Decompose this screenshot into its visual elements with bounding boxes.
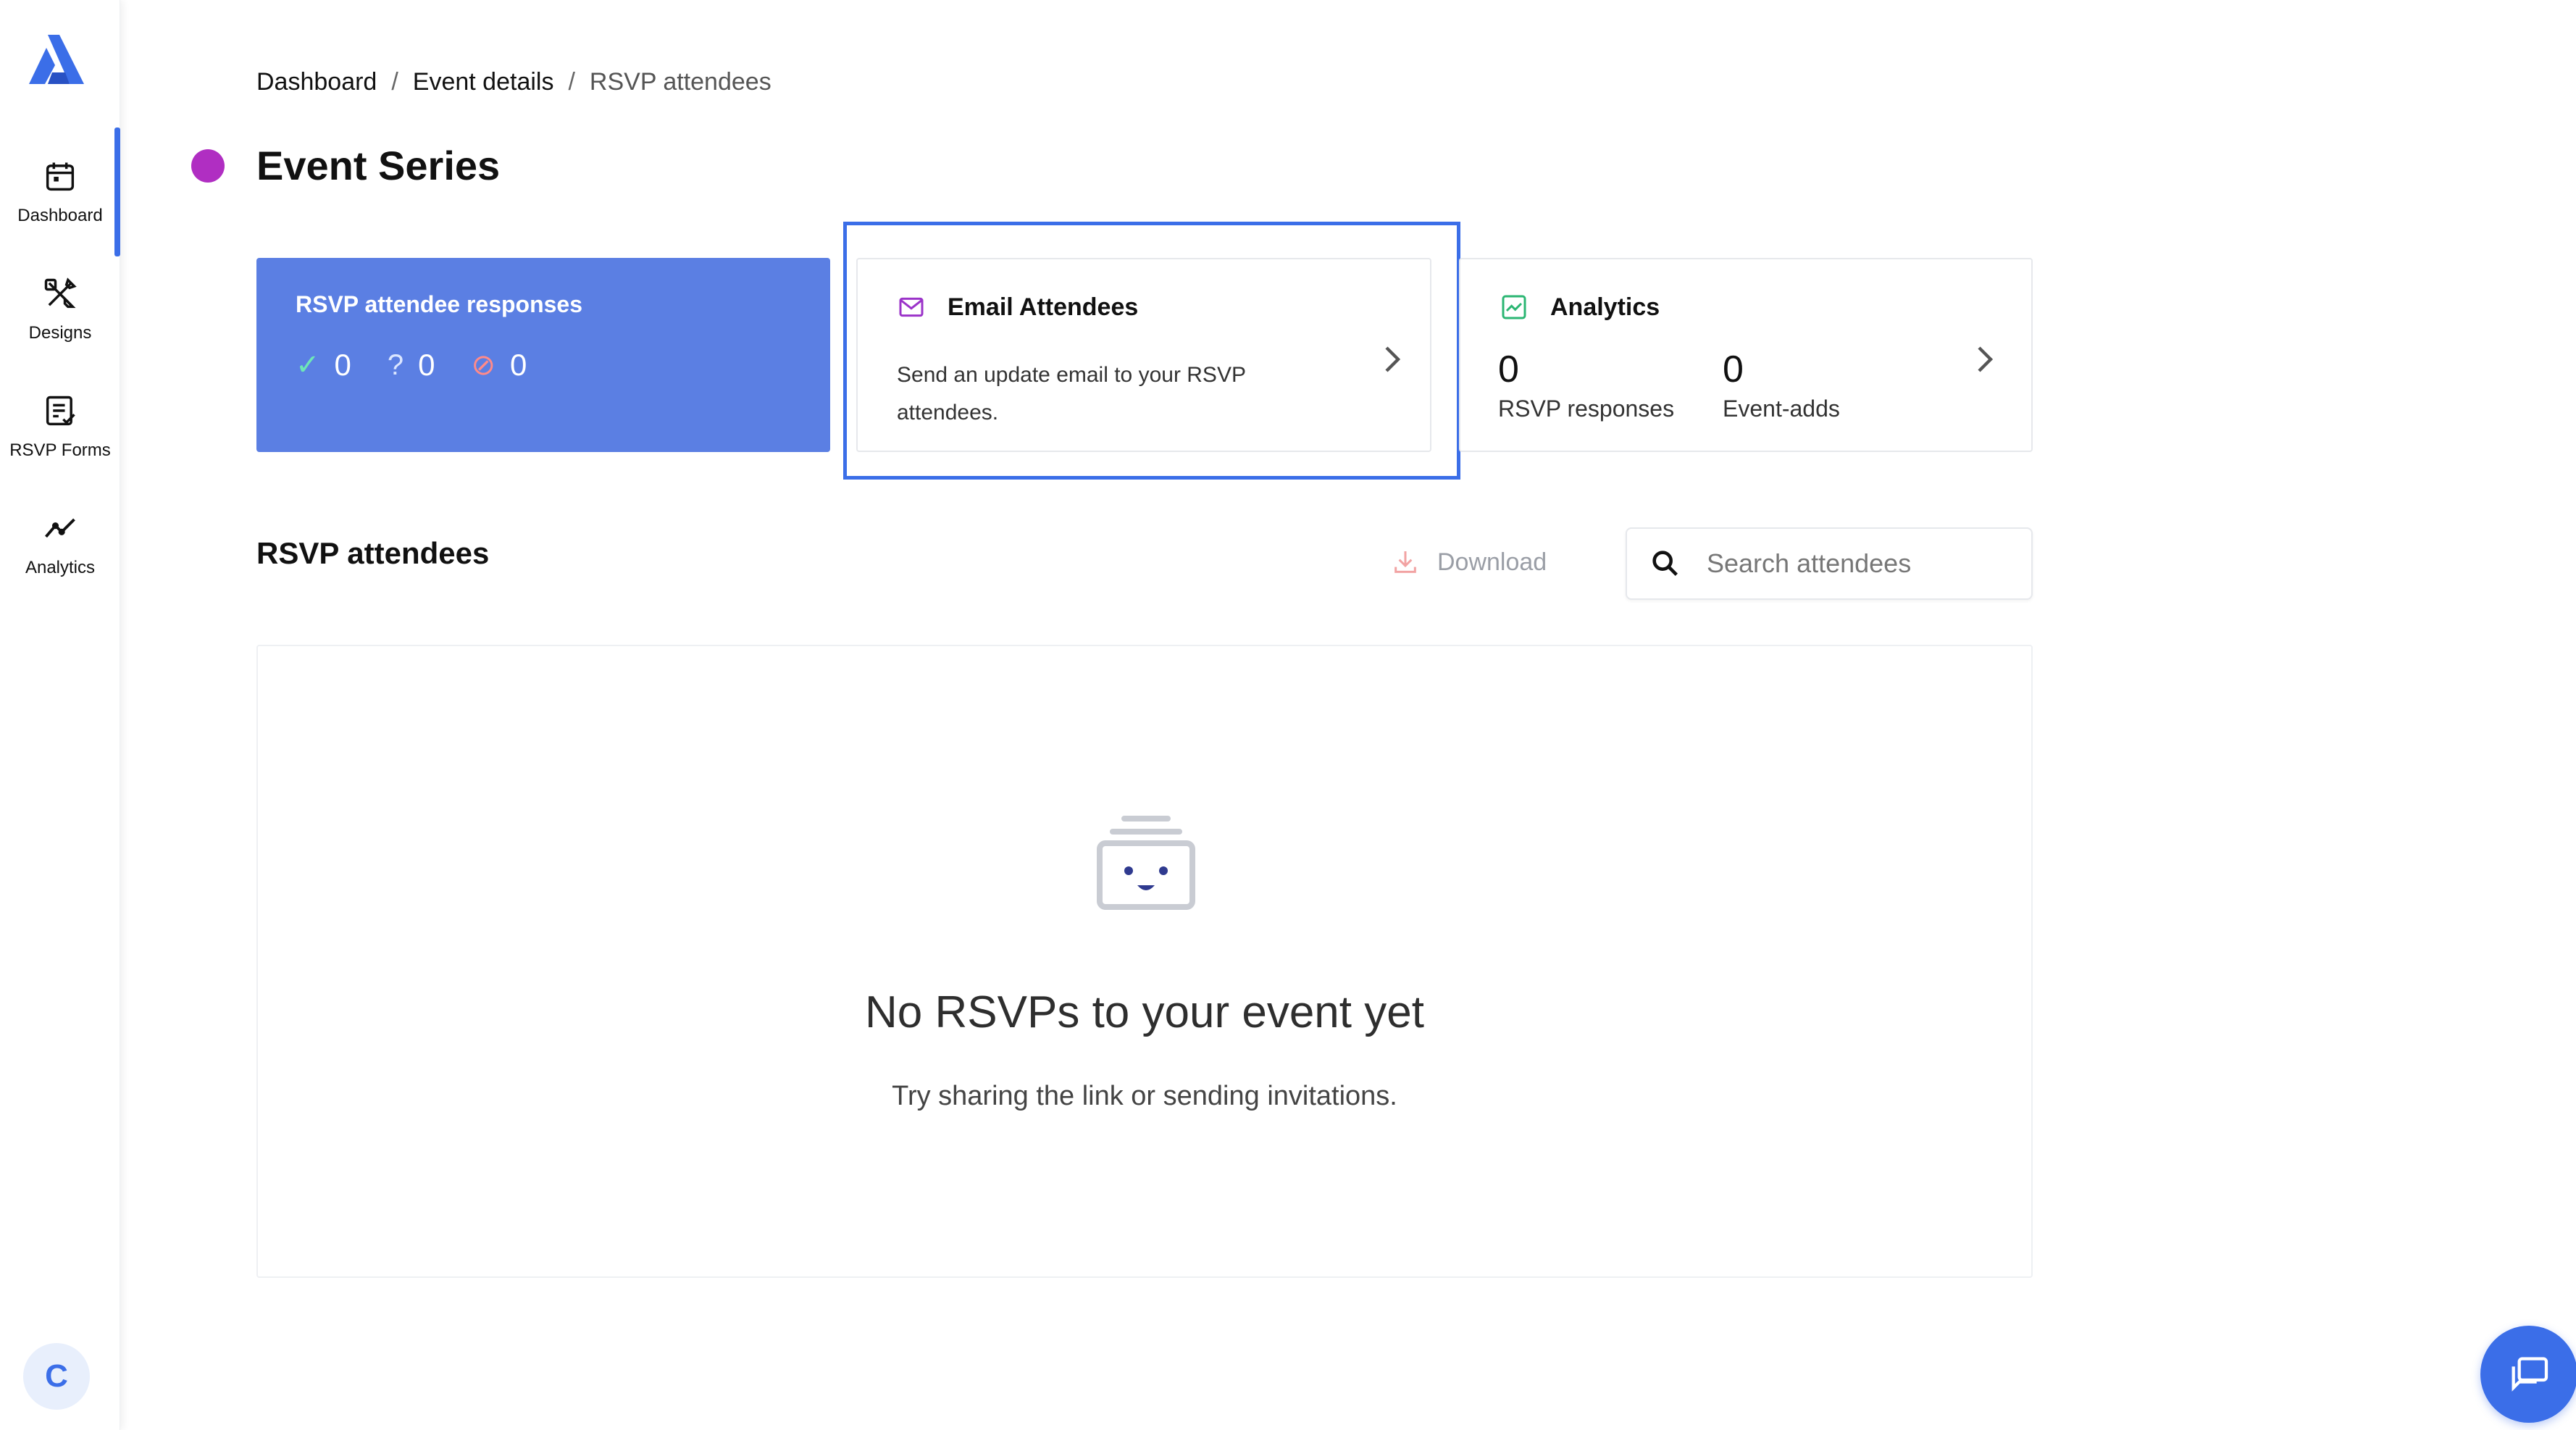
download-label: Download [1437, 548, 1547, 576]
stat-no: ⊘ 0 [471, 348, 527, 382]
chat-launcher-button[interactable] [2480, 1326, 2576, 1423]
stat-maybe: ? 0 [388, 348, 435, 382]
analytics-header: Analytics [1500, 293, 1660, 322]
sidebar-item-label: Analytics [25, 558, 96, 577]
sidebar-item-rsvp-forms[interactable]: RSVP Forms [0, 372, 120, 481]
breadcrumb-dashboard[interactable]: Dashboard [256, 68, 377, 96]
search-attendees-input[interactable] [1707, 548, 2011, 579]
email-attendees-description: Send an update email to your RSVP attend… [897, 363, 1246, 425]
search-attendees-box[interactable] [1626, 527, 2033, 600]
empty-state-title: No RSVPs to your event yet [865, 987, 1424, 1037]
metric-event-adds-label: Event-adds [1723, 396, 1840, 422]
analytics-title: Analytics [1550, 293, 1660, 321]
breadcrumb-separator: / [568, 68, 575, 96]
attendees-empty-panel: No RSVPs to your event yet Try sharing t… [256, 645, 2033, 1278]
breadcrumb-current: RSVP attendees [589, 68, 771, 96]
envelope-icon [899, 297, 924, 317]
empty-state-subtitle: Try sharing the link or sending invitati… [892, 1081, 1397, 1111]
breadcrumb-event-details[interactable]: Event details [413, 68, 554, 96]
app-root: Dashboard Designs RSVP Forms Analytics C… [0, 0, 2576, 1430]
metric-event-adds-value: 0 [1723, 348, 1744, 390]
metric-event-adds: 0 Event-adds [1723, 346, 1840, 422]
check-icon: ✓ [296, 349, 320, 381]
email-attendees-title: Email Attendees [948, 293, 1139, 321]
metric-rsvp-responses: 0 RSVP responses [1498, 346, 1674, 422]
calendar-icon [46, 162, 75, 191]
sidebar-item-designs[interactable]: Designs [0, 255, 120, 364]
sidebar-item-dashboard[interactable]: Dashboard [0, 138, 120, 246]
stat-yes-count: 0 [334, 348, 351, 382]
metric-rsvp-responses-label: RSVP responses [1498, 396, 1675, 422]
question-mark-icon: ? [387, 348, 404, 381]
design-tools-icon [44, 277, 77, 309]
chat-bubble-icon [2512, 1357, 2548, 1392]
empty-inbox-icon [1097, 816, 1195, 910]
breadcrumb: Dashboard / Event details / RSVP attende… [256, 68, 771, 96]
breadcrumb-separator: / [391, 68, 398, 96]
stat-no-count: 0 [510, 348, 527, 382]
stat-yes: ✓ 0 [296, 348, 351, 382]
page-title: Event Series [256, 143, 501, 188]
chevron-right-icon [1385, 346, 1401, 372]
sidebar-item-label: Designs [28, 323, 92, 343]
prohibited-icon: ⊘ [471, 349, 495, 381]
analytics-card[interactable]: Analytics 0 RSVP responses 0 Event-adds [1459, 258, 2033, 452]
stat-maybe-count: 0 [418, 348, 435, 382]
rsvp-stat-row: ✓ 0 ? 0 ⊘ 0 [296, 348, 563, 382]
metric-rsvp-responses-value: 0 [1498, 348, 1519, 390]
sidebar: Dashboard Designs RSVP Forms Analytics C [0, 0, 120, 1430]
rsvp-responses-card: RSVP attendee responses ✓ 0 ? 0 ⊘ 0 [256, 258, 830, 452]
event-color-dot [191, 149, 225, 183]
brand-logo-icon[interactable] [26, 32, 87, 87]
email-attendees-card[interactable]: Email Attendees Send an update email to … [856, 258, 1431, 452]
chevron-right-icon [1978, 346, 1994, 372]
download-icon [1394, 551, 1416, 573]
download-button[interactable]: Download [1391, 548, 1547, 577]
sidebar-active-indicator [114, 127, 120, 256]
chart-trend-icon [1502, 295, 1526, 319]
sidebar-item-label: Dashboard [17, 206, 103, 225]
search-icon [1652, 551, 1678, 576]
sidebar-item-label: RSVP Forms [9, 440, 111, 460]
email-attendees-header: Email Attendees [897, 293, 1138, 322]
rsvp-responses-title: RSVP attendee responses [296, 291, 583, 317]
user-avatar[interactable]: C [23, 1343, 90, 1410]
trend-line-icon [45, 518, 75, 538]
rsvp-attendees-heading: RSVP attendees [256, 536, 490, 570]
form-checklist-icon [46, 396, 75, 426]
sidebar-item-analytics[interactable]: Analytics [0, 490, 120, 598]
